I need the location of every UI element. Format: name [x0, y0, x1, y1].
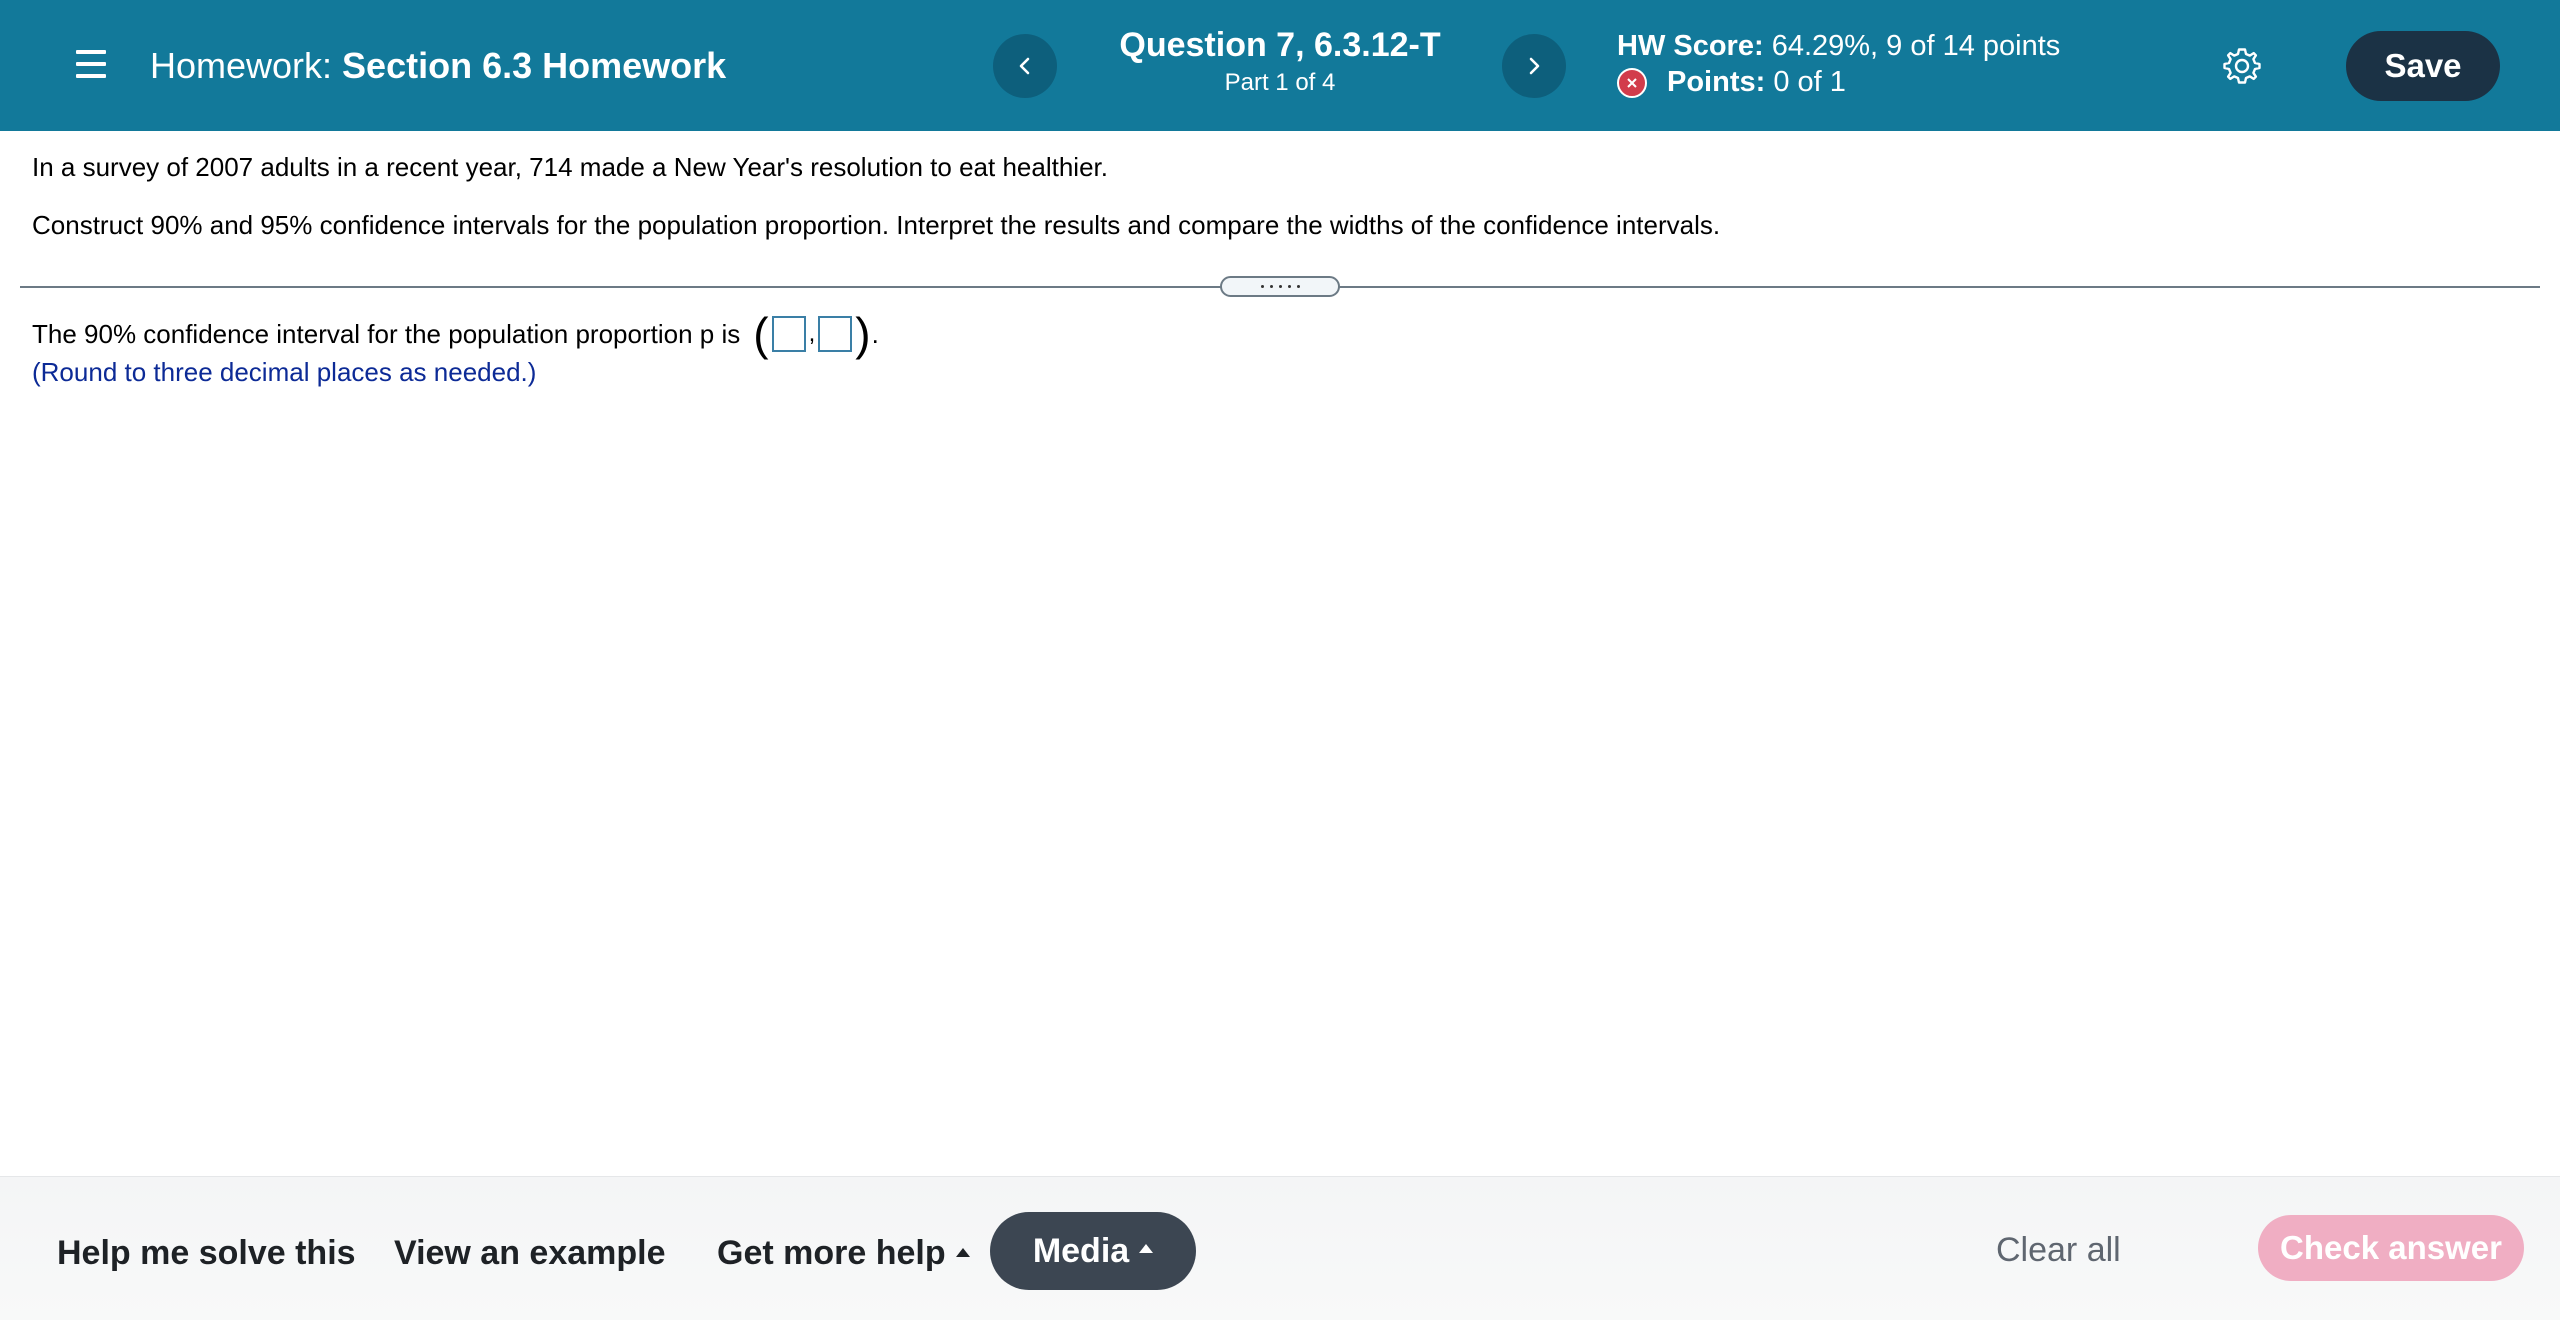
- problem-text-1: In a survey of 2007 adults in a recent y…: [32, 152, 1108, 182]
- comma-separator: ,: [808, 320, 816, 347]
- help-me-solve-button[interactable]: Help me solve this: [57, 1233, 356, 1273]
- question-title: Question 7, 6.3.12-T: [1119, 26, 1441, 64]
- gear-icon: [2223, 48, 2261, 84]
- hw-score-label: HW Score:: [1617, 30, 1764, 62]
- chevron-left-icon: [1019, 57, 1030, 75]
- menu-icon[interactable]: [72, 44, 114, 84]
- resize-handle[interactable]: [1220, 276, 1340, 297]
- check-answer-button[interactable]: Check answer: [2258, 1215, 2524, 1281]
- chevron-right-icon: [1529, 57, 1540, 75]
- bottom-toolbar: Help me solve this View an example Get m…: [0, 1176, 2560, 1320]
- hw-score-value: 64.29%, 9 of 14 points: [1771, 30, 2061, 62]
- question-part: Part 1 of 4: [1224, 69, 1336, 96]
- view-example-button[interactable]: View an example: [394, 1233, 666, 1273]
- homework-prefix: Homework:: [150, 45, 333, 86]
- points: Points: 0 of 1: [1617, 64, 2060, 100]
- settings-button[interactable]: [2222, 46, 2262, 86]
- get-more-help-button[interactable]: Get more help: [717, 1233, 970, 1273]
- rounding-hint: (Round to three decimal places as needed…: [32, 357, 537, 387]
- answer-area: The 90% confidence interval for the popu…: [32, 308, 879, 390]
- answer-period: .: [871, 319, 879, 349]
- lower-bound-input[interactable]: [771, 316, 806, 352]
- upper-bound-input[interactable]: [818, 316, 853, 352]
- points-value: 0 of 1: [1773, 66, 1846, 98]
- homework-title: Homework: Section 6.3 Homework: [150, 44, 726, 88]
- answer-prompt: The 90% confidence interval for the popu…: [32, 319, 741, 349]
- caret-up-icon: [955, 1247, 970, 1257]
- problem-text-2: Construct 90% and 95% confidence interva…: [32, 210, 1721, 240]
- points-label: Points:: [1667, 66, 1766, 98]
- previous-question-button[interactable]: [993, 34, 1057, 98]
- open-paren: (: [753, 308, 769, 360]
- save-button[interactable]: Save: [2346, 31, 2500, 101]
- media-button[interactable]: Media: [990, 1212, 1196, 1290]
- next-question-button[interactable]: [1502, 34, 1566, 98]
- question-info: Question 7, 6.3.12-T Part 1 of 4: [1080, 24, 1480, 98]
- close-paren: ): [855, 308, 871, 360]
- top-bar: Homework: Section 6.3 Homework Question 7…: [0, 0, 2560, 131]
- hw-score: HW Score: 64.29%, 9 of 14 points: [1617, 28, 2060, 64]
- score-block: HW Score: 64.29%, 9 of 14 points Points:…: [1617, 28, 2060, 100]
- homework-name: Section 6.3 Homework: [342, 45, 727, 86]
- problem-statement: In a survey of 2007 adults in a recent y…: [32, 150, 1720, 242]
- media-label: Media: [1032, 1231, 1130, 1270]
- x-circle-icon: [1617, 68, 1647, 98]
- clear-all-button[interactable]: Clear all: [1996, 1229, 2121, 1271]
- answer-line: The 90% confidence interval for the popu…: [32, 308, 879, 360]
- get-more-help-label: Get more help: [717, 1234, 946, 1272]
- caret-up-icon: [1139, 1243, 1154, 1253]
